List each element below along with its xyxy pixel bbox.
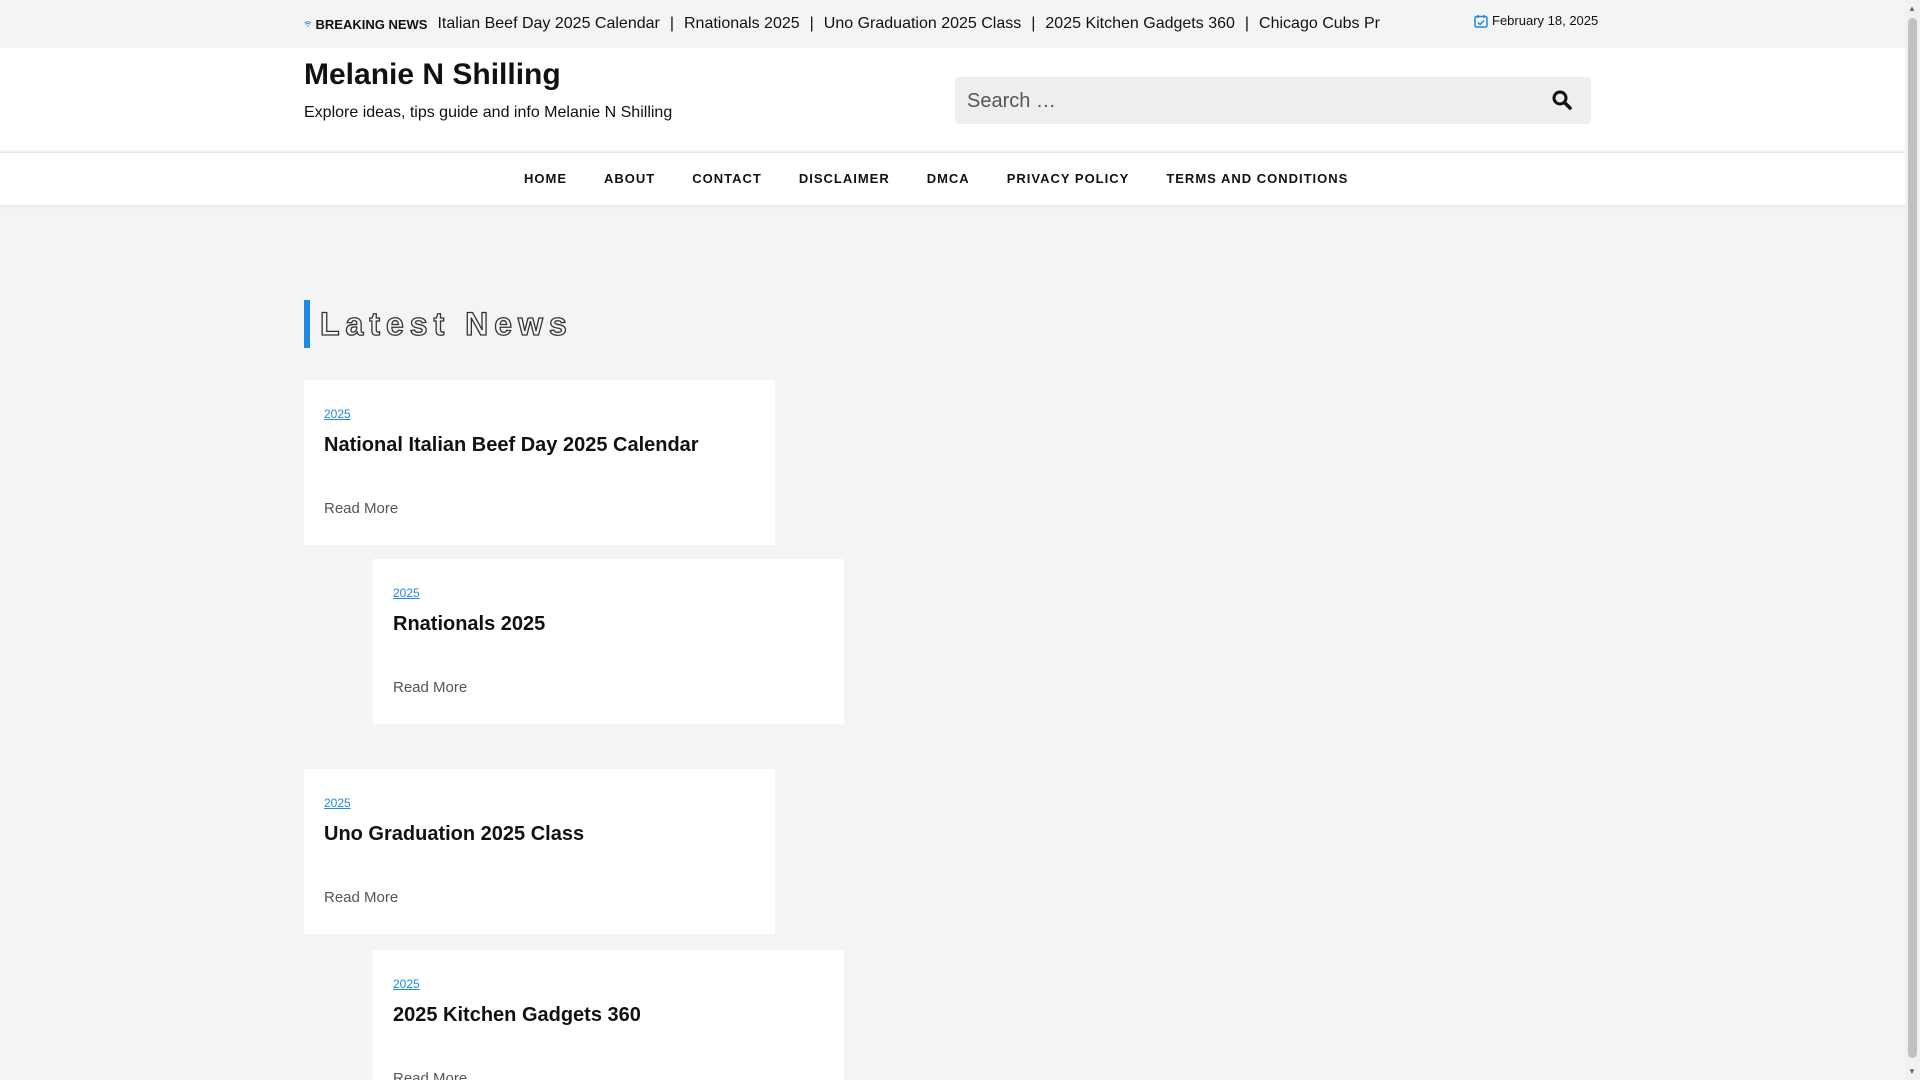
ticker-item[interactable]: 2025 Kitchen Gadgets 360 — [1045, 15, 1234, 32]
search-icon — [1552, 90, 1572, 110]
ticker-separator: | — [669, 15, 674, 32]
breaking-news-label: BREAKING NEWS — [315, 16, 428, 32]
ticker-item[interactable]: Rnationals 2025 — [684, 15, 800, 32]
post-category[interactable]: 2025 — [324, 796, 351, 810]
post-title[interactable]: Rnationals 2025 — [393, 613, 545, 636]
search-button[interactable] — [1551, 89, 1573, 111]
date-text: February 18, 2025 — [1492, 13, 1599, 28]
post-title[interactable]: Uno Graduation 2025 Class — [324, 823, 584, 846]
ticker-item[interactable]: Italian Beef Day 2025 Calendar — [437, 15, 659, 32]
search-form — [955, 77, 1591, 126]
ticker-separator: | — [809, 15, 814, 32]
nav-home[interactable]: HOME — [524, 171, 567, 186]
ticker-separator: | — [1031, 15, 1036, 32]
read-more-link[interactable]: Read More — [393, 1070, 467, 1080]
post-title[interactable]: National Italian Beef Day 2025 Calendar — [324, 434, 699, 457]
news-ticker: Italian Beef Day 2025 Calendar | Rnational… — [437, 15, 1380, 33]
ticker-item[interactable]: Chicago Cubs Pr — [1259, 15, 1380, 32]
nav-about[interactable]: ABOUT — [604, 171, 655, 186]
ticker-item[interactable]: Uno Graduation 2025 Class — [824, 15, 1021, 32]
read-more-link[interactable]: Read More — [324, 889, 398, 906]
scroll-down-arrow-icon[interactable]: ▼ — [1908, 1067, 1916, 1076]
main-nav: HOME ABOUT CONTACT DISCLAIMER DMCA PRIVA… — [0, 152, 1905, 205]
nav-dmca[interactable]: DMCA — [927, 171, 970, 186]
post-category[interactable]: 2025 — [393, 977, 420, 991]
section-title: Latest News — [304, 300, 573, 348]
current-date: February 18, 2025 — [1474, 13, 1598, 28]
post-category[interactable]: 2025 — [324, 407, 351, 421]
top-bar: BREAKING NEWS Italian Beef Day 2025 Cale… — [0, 0, 1905, 48]
scroll-up-arrow-icon[interactable]: ▲ — [1908, 4, 1916, 13]
ticker-separator: | — [1244, 15, 1250, 32]
post-card: 2025 2025 Kitchen Gadgets 360 Read More — [373, 950, 844, 1080]
nav-disclaimer[interactable]: DISCLAIMER — [799, 171, 890, 186]
scrollbar-thumb[interactable] — [1908, 18, 1917, 1058]
post-card: 2025 National Italian Beef Day 2025 Cale… — [304, 380, 775, 545]
page-scrollbar[interactable]: ▲ ▼ — [1905, 0, 1920, 1080]
nav-terms-and-conditions[interactable]: TERMS AND CONDITIONS — [1166, 171, 1348, 186]
site-header: Melanie N Shilling Explore ideas, tips g… — [0, 48, 1905, 150]
breaking-news: BREAKING NEWS Italian Beef Day 2025 Cale… — [304, 14, 1380, 34]
read-more-link[interactable]: Read More — [393, 679, 467, 696]
site-tagline: Explore ideas, tips guide and info Melan… — [304, 104, 673, 121]
post-title[interactable]: 2025 Kitchen Gadgets 360 — [393, 1004, 641, 1027]
post-category[interactable]: 2025 — [393, 586, 420, 600]
read-more-link[interactable]: Read More — [324, 500, 398, 517]
search-input[interactable] — [965, 77, 1529, 126]
post-card: 2025 Rnationals 2025 Read More — [373, 559, 844, 724]
nav-privacy-policy[interactable]: PRIVACY POLICY — [1007, 171, 1130, 186]
wifi-icon — [304, 21, 312, 27]
post-card: 2025 Uno Graduation 2025 Class Read More — [304, 769, 775, 934]
site-title[interactable]: Melanie N Shilling — [304, 58, 561, 92]
nav-contact[interactable]: CONTACT — [692, 171, 762, 186]
calendar-check-icon — [1474, 14, 1488, 28]
